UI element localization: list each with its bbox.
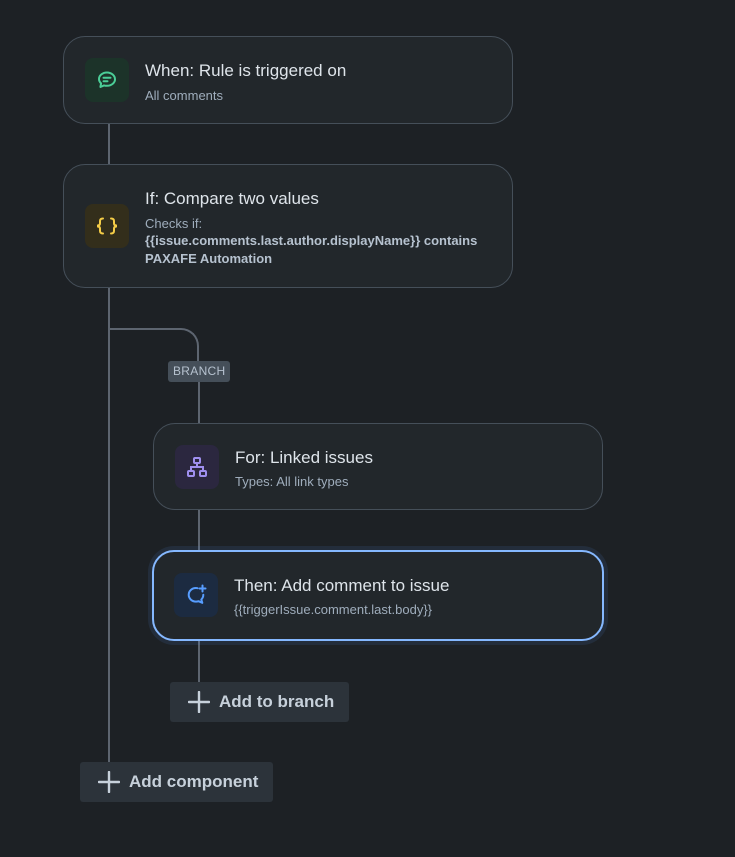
braces-icon bbox=[97, 217, 117, 235]
branch-badge: BRANCH bbox=[168, 361, 231, 382]
trigger-subtitle: All comments bbox=[145, 88, 224, 103]
add-component-button[interactable]: Add component bbox=[80, 762, 273, 802]
trigger-title: When: Rule is triggered on bbox=[145, 61, 347, 80]
condition-title: If: Compare two values bbox=[145, 189, 319, 208]
condition-icon-box bbox=[85, 204, 129, 248]
add-to-branch-button[interactable]: Add to branch bbox=[170, 682, 349, 722]
branch-rule-icon-box bbox=[175, 445, 219, 489]
branch-rule-subtitle: Types: All link types bbox=[235, 474, 349, 489]
condition-detail: {{issue.comments.last.author.displayName… bbox=[145, 233, 478, 266]
add-to-branch-label: Add to branch bbox=[219, 692, 335, 711]
action-subtitle: {{triggerIssue.comment.last.body}} bbox=[234, 602, 433, 617]
comment-icon bbox=[98, 71, 116, 88]
hierarchy-icon bbox=[187, 457, 207, 477]
add-comment-icon bbox=[187, 584, 207, 604]
action-title: Then: Add comment to issue bbox=[234, 576, 450, 595]
condition-card[interactable]: If: Compare two values Checks if: {{issu… bbox=[63, 164, 513, 288]
plus-icon bbox=[188, 691, 210, 713]
trigger-card[interactable]: When: Rule is triggered on All comments bbox=[63, 36, 513, 124]
condition-subtitle: Checks if: bbox=[145, 216, 203, 231]
trigger-icon-box bbox=[85, 58, 129, 102]
plus-icon bbox=[98, 771, 120, 793]
action-card[interactable]: Then: Add comment to issue {{triggerIssu… bbox=[152, 550, 604, 641]
add-component-label: Add component bbox=[129, 772, 259, 791]
branch-rule-title: For: Linked issues bbox=[235, 448, 373, 467]
action-icon-box bbox=[174, 573, 218, 617]
branch-rule-card[interactable]: For: Linked issues Types: All link types bbox=[153, 423, 603, 510]
